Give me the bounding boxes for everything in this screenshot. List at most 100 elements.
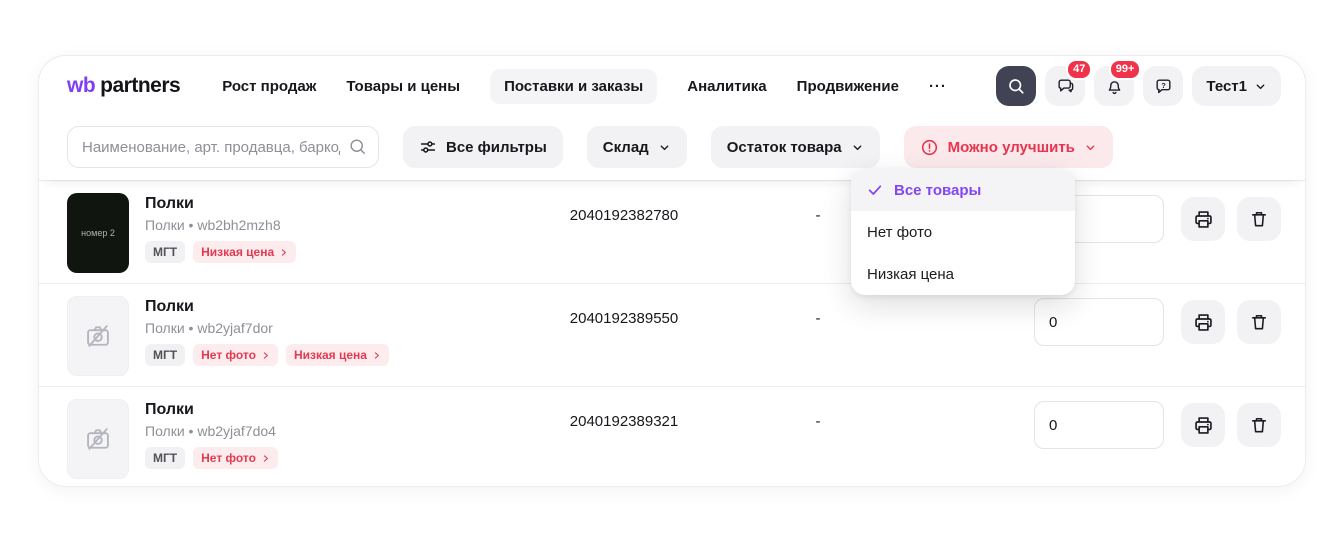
product-subtitle: Полки • wb2yjaf7dor: [145, 320, 389, 336]
logo-partners: partners: [100, 74, 180, 98]
chevron-down-icon: [658, 141, 671, 154]
improve-dropdown-menu: Все товары Нет фото Низкая цена: [851, 169, 1075, 295]
logo-wb: wb: [67, 74, 95, 98]
chevron-right-icon: [261, 454, 270, 463]
row-controls: [1034, 298, 1281, 346]
product-barcode: 2040192382780: [534, 207, 714, 224]
nav-item-goods-prices[interactable]: Товары и цены: [346, 69, 460, 104]
nav-more-button[interactable]: ···: [929, 69, 947, 104]
product-thumbnail-placeholder: [67, 296, 129, 376]
all-filters-button[interactable]: Все фильтры: [403, 126, 563, 168]
search-icon: [348, 137, 367, 156]
warehouse-filter-label: Склад: [603, 139, 649, 156]
chat-badge: 47: [1066, 59, 1092, 80]
main-card: wbpartners Рост продаж Товары и цены Пос…: [38, 55, 1306, 487]
tag-mgt: МГТ: [145, 241, 185, 263]
chevron-right-icon: [261, 351, 270, 360]
stock-filter-button[interactable]: Остаток товара: [711, 126, 880, 168]
product-subtitle: Полки • wb2bh2mzh8: [145, 217, 296, 233]
delete-button[interactable]: [1237, 403, 1281, 447]
nav-item-sales-growth[interactable]: Рост продаж: [222, 69, 316, 104]
product-tags: МГТ Низкая цена: [145, 241, 296, 263]
dropdown-item-no-photo[interactable]: Нет фото: [851, 211, 1075, 253]
printer-icon: [1193, 415, 1214, 436]
stock-filter-label: Остаток товара: [727, 139, 842, 156]
tag-no-photo[interactable]: Нет фото: [193, 447, 278, 469]
tag-low-price[interactable]: Низкая цена: [286, 344, 389, 366]
product-info: Полки Полки • wb2yjaf7dor МГТ Нет фото Н…: [145, 296, 389, 366]
warning-circle-icon: [920, 138, 939, 157]
printer-icon: [1193, 209, 1214, 230]
print-button[interactable]: [1181, 403, 1225, 447]
product-title: Полки: [145, 401, 278, 419]
all-filters-label: Все фильтры: [446, 139, 547, 156]
product-search-input[interactable]: [67, 126, 379, 168]
table-row: Полки Полки • wb2yjaf7do4 МГТ Нет фото 2…: [39, 386, 1305, 487]
stock-value: -: [808, 207, 828, 224]
printer-icon: [1193, 312, 1214, 333]
chevron-right-icon: [279, 248, 288, 257]
delete-button[interactable]: [1237, 197, 1281, 241]
check-icon: [867, 182, 883, 198]
chevron-down-icon: [1254, 80, 1267, 93]
products-table: номер 2 Полки Полки • wb2bh2mzh8 МГТ Низ…: [39, 180, 1305, 487]
filters-toolbar: Все фильтры Склад Остаток товара Можно у…: [39, 116, 1305, 180]
chevron-down-icon: [1084, 141, 1097, 154]
table-row: номер 2 Полки Полки • wb2bh2mzh8 МГТ Низ…: [39, 180, 1305, 283]
product-tags: МГТ Нет фото: [145, 447, 278, 469]
row-controls: [1034, 401, 1281, 449]
warehouse-filter-button[interactable]: Склад: [587, 126, 687, 168]
product-title: Полки: [145, 298, 389, 316]
quantity-input[interactable]: [1034, 401, 1164, 449]
tag-mgt: МГТ: [145, 447, 185, 469]
product-info: Полки Полки • wb2yjaf7do4 МГТ Нет фото: [145, 399, 278, 469]
svg-text:?: ?: [1161, 80, 1166, 89]
dropdown-item-low-price[interactable]: Низкая цена: [851, 253, 1075, 295]
product-info: Полки Полки • wb2bh2mzh8 МГТ Низкая цена: [145, 193, 296, 263]
print-button[interactable]: [1181, 300, 1225, 344]
product-thumbnail: номер 2: [67, 193, 129, 273]
search-icon: [1007, 77, 1025, 95]
wb-partners-logo: wbpartners: [67, 74, 180, 98]
account-menu-button[interactable]: Тест1: [1192, 66, 1281, 106]
nav-item-analytics[interactable]: Аналитика: [687, 69, 766, 104]
help-icon: ?: [1154, 77, 1173, 96]
main-nav: Рост продаж Товары и цены Поставки и зак…: [222, 69, 947, 104]
no-photo-icon: [84, 425, 112, 453]
tag-no-photo[interactable]: Нет фото: [193, 344, 278, 366]
nav-item-promotion[interactable]: Продвижение: [797, 69, 899, 104]
table-row: Полки Полки • wb2yjaf7dor МГТ Нет фото Н…: [39, 283, 1305, 386]
improve-filter-label: Можно улучшить: [948, 139, 1075, 156]
chat-button-wrap: 47: [1045, 66, 1085, 106]
notifications-badge: 99+: [1109, 59, 1142, 80]
trash-icon: [1249, 209, 1269, 229]
dropdown-item-label: Все товары: [894, 182, 981, 199]
sliders-icon: [419, 138, 437, 156]
delete-button[interactable]: [1237, 300, 1281, 344]
product-search-box: [67, 126, 379, 168]
dropdown-item-all-goods[interactable]: Все товары: [851, 169, 1075, 211]
help-button[interactable]: ?: [1143, 66, 1183, 106]
dropdown-item-label: Низкая цена: [867, 266, 954, 283]
tag-low-price[interactable]: Низкая цена: [193, 241, 296, 263]
product-subtitle: Полки • wb2yjaf7do4: [145, 423, 278, 439]
quantity-input[interactable]: [1034, 298, 1164, 346]
stock-value: -: [808, 413, 828, 430]
product-tags: МГТ Нет фото Низкая цена: [145, 344, 389, 366]
chevron-right-icon: [372, 351, 381, 360]
improve-filter-button[interactable]: Можно улучшить: [904, 126, 1113, 168]
search-button[interactable]: [996, 66, 1036, 106]
product-title: Полки: [145, 195, 296, 213]
product-thumbnail-placeholder: [67, 399, 129, 479]
trash-icon: [1249, 312, 1269, 332]
dropdown-item-label: Нет фото: [867, 224, 932, 241]
stock-value: -: [808, 310, 828, 327]
thumbnail-caption: номер 2: [81, 228, 115, 238]
no-photo-icon: [84, 322, 112, 350]
tag-mgt: МГТ: [145, 344, 185, 366]
trash-icon: [1249, 415, 1269, 435]
print-button[interactable]: [1181, 197, 1225, 241]
nav-item-supplies-orders[interactable]: Поставки и заказы: [490, 69, 657, 104]
notifications-button-wrap: 99+: [1094, 66, 1134, 106]
account-name: Тест1: [1206, 78, 1247, 95]
